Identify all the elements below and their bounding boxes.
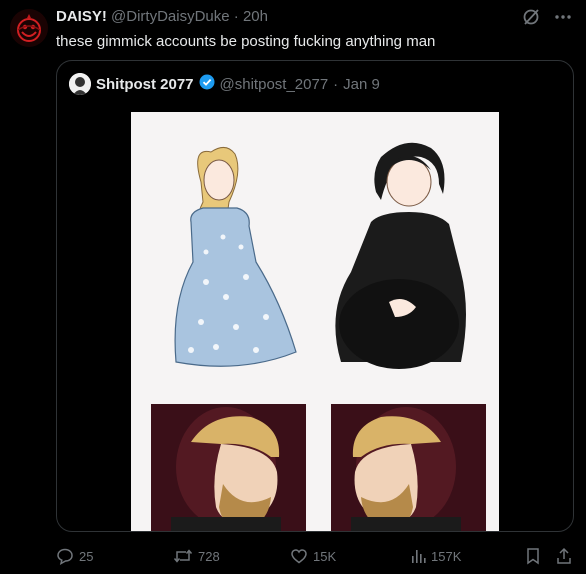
share-icon	[557, 547, 571, 564]
like-button[interactable]: 15K	[290, 544, 336, 568]
views-button[interactable]: 157K	[410, 544, 461, 568]
chad-face-avatar-icon	[69, 73, 91, 95]
author-avatar[interactable]	[10, 9, 48, 47]
verified-badge-icon	[199, 74, 215, 94]
quoted-media-image[interactable]	[131, 112, 499, 531]
repost-button[interactable]: 728	[173, 544, 220, 568]
reply-button[interactable]: 25	[56, 544, 93, 568]
quoted-author-avatar[interactable]	[69, 73, 91, 95]
quoted-tweet[interactable]: Shitpost 2077 @shitpost_2077 · Jan 9	[56, 60, 574, 532]
tweet-header: DAISY! @DirtyDaisyDuke · 20h	[56, 8, 268, 26]
reply-count: 25	[79, 548, 94, 564]
repost-count: 728	[198, 548, 220, 564]
bookmark-icon	[527, 548, 539, 565]
views-bar-chart-icon	[412, 550, 426, 563]
quoted-separator: ·	[333, 75, 339, 93]
chad-face-right-icon	[331, 404, 486, 531]
quoted-date[interactable]: Jan 9	[343, 76, 380, 93]
tweet-time[interactable]: 20h	[243, 8, 268, 25]
author-handle[interactable]: @DirtyDaisyDuke	[111, 8, 230, 25]
heart-icon	[291, 549, 307, 564]
like-count: 15K	[313, 548, 337, 564]
meme-image	[131, 112, 499, 531]
more-dots-icon[interactable]	[552, 6, 574, 28]
repost-icon	[173, 549, 193, 563]
tweet-top-actions	[520, 6, 574, 28]
tweet-text: these gimmick accounts be posting fuckin…	[56, 33, 436, 50]
tweet[interactable]: DAISY! @DirtyDaisyDuke · 20h these gimmi…	[0, 0, 586, 574]
quoted-author-handle[interactable]: @shitpost_2077	[220, 76, 329, 93]
reply-icon	[57, 548, 73, 565]
author-name[interactable]: DAISY!	[56, 8, 107, 25]
bookmark-button[interactable]	[525, 544, 541, 568]
share-button[interactable]	[556, 544, 572, 568]
smiling-face-avatar-icon	[10, 9, 48, 47]
header-separator: ·	[233, 8, 239, 25]
grok-icon[interactable]	[520, 6, 542, 28]
quoted-tweet-header: Shitpost 2077 @shitpost_2077 · Jan 9	[69, 73, 380, 95]
chad-face-left-icon	[151, 404, 306, 531]
tweet-action-bar: 25 728 15K 157K	[0, 544, 586, 568]
quoted-author-name[interactable]: Shitpost 2077	[96, 76, 194, 93]
views-count: 157K	[431, 548, 462, 564]
